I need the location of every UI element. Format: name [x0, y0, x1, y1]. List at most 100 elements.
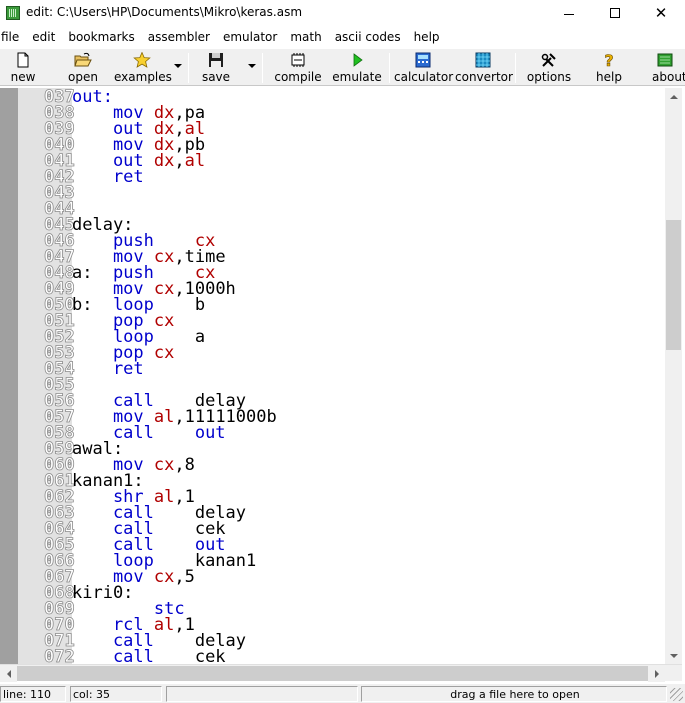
star-icon: [133, 52, 151, 68]
menu-help[interactable]: help: [414, 28, 440, 48]
arrow-left-icon: [6, 669, 11, 678]
app-chip-icon: [6, 6, 20, 20]
keyword-token: out: [194, 423, 226, 443]
toolbar-separator: [389, 53, 390, 83]
question-mark-icon: ?: [604, 52, 614, 68]
code-line[interactable]: call cek: [72, 647, 226, 665]
horizontal-scrollbar[interactable]: [0, 664, 682, 682]
code-line[interactable]: ret: [72, 167, 144, 187]
examples-label: examples: [114, 70, 172, 84]
status-col: col: 35: [70, 686, 162, 702]
about-label: about: [652, 70, 685, 84]
toolbar-separator: [262, 53, 263, 83]
svg-text:?: ?: [604, 52, 613, 68]
status-drop-hint: drag a file here to open: [361, 686, 667, 702]
close-button[interactable]: ✕: [638, 0, 684, 26]
keyword-token: ret: [72, 359, 144, 379]
save-button[interactable]: save: [194, 51, 238, 85]
menu-bookmarks[interactable]: bookmarks: [68, 28, 134, 48]
text-token: b: [194, 295, 206, 315]
scroll-up-button[interactable]: [665, 88, 682, 105]
examples-button[interactable]: examples: [114, 51, 172, 85]
register-token: cx: [153, 455, 175, 475]
code-text-area[interactable]: out: mov dx,pa out dx,al mov dx,pb out d…: [72, 88, 665, 665]
menu-math[interactable]: math: [290, 28, 321, 48]
scroll-left-button[interactable]: [0, 665, 17, 682]
status-empty-panel: [166, 686, 358, 702]
open-label: open: [68, 70, 98, 84]
text-token: a: [194, 327, 206, 347]
code-editor[interactable]: 037 038 039 040 041 042 043 044 045 046 047 048 049 0…: [0, 88, 665, 664]
menu-file[interactable]: file: [1, 28, 19, 48]
register-token: al: [184, 151, 206, 171]
arrow-up-icon: [669, 94, 678, 99]
title-bar: edit: C:\Users\HP\Documents\Mikro\keras.…: [0, 0, 685, 26]
line-number: 072: [44, 647, 76, 664]
menu-emulator[interactable]: emulator: [223, 28, 277, 48]
menu-ascii-codes[interactable]: ascii codes: [335, 28, 401, 48]
compile-button[interactable]: compile: [272, 51, 324, 85]
maximize-button[interactable]: [592, 0, 638, 26]
maximize-icon: [610, 8, 620, 18]
help-label: help: [596, 70, 622, 84]
resize-grip-icon[interactable]: [670, 688, 683, 701]
compile-label: compile: [274, 70, 322, 84]
menu-assembler[interactable]: assembler: [148, 28, 210, 48]
minimize-icon: [564, 13, 574, 15]
open-button[interactable]: open: [60, 51, 106, 85]
examples-dropdown-arrow-icon[interactable]: [174, 64, 182, 68]
toolbar-separator: [515, 53, 516, 83]
convertor-grid-icon: [475, 52, 491, 68]
save-dropdown-arrow-icon[interactable]: [248, 64, 256, 68]
options-label: options: [526, 70, 572, 84]
toolbar: new open examples save compile emulate c…: [0, 49, 685, 86]
options-button[interactable]: options: [525, 51, 573, 85]
about-chip-icon: [657, 53, 673, 67]
calculator-label: calculator: [394, 70, 454, 84]
register-token: cx: [153, 567, 175, 587]
emulate-button[interactable]: emulate: [331, 51, 383, 85]
text-token: kanan1: [194, 551, 257, 571]
help-button[interactable]: ? help: [588, 51, 630, 85]
new-label: new: [10, 70, 36, 84]
convertor-button[interactable]: convertor: [455, 51, 513, 85]
text-token: ,5: [174, 567, 195, 587]
arrow-right-icon: [654, 669, 659, 678]
menu-edit[interactable]: edit: [32, 28, 55, 48]
register-token: cx: [153, 343, 175, 363]
convertor-label: convertor: [455, 70, 513, 84]
text-token: ,: [174, 151, 185, 171]
open-folder-icon: [74, 52, 92, 67]
keyword-token: call: [72, 647, 195, 665]
about-button[interactable]: about: [648, 51, 685, 85]
text-token: cek: [194, 647, 226, 665]
horizontal-scroll-thumb[interactable]: [17, 666, 648, 681]
code-line[interactable]: ret: [72, 359, 144, 379]
status-line: line: 110: [0, 686, 66, 702]
calculator-button[interactable]: calculator: [394, 51, 454, 85]
keyword-token: ret: [72, 167, 144, 187]
vertical-scroll-thumb[interactable]: [666, 220, 681, 350]
play-icon: [353, 53, 363, 67]
gutter-strip: [0, 88, 18, 664]
vertical-scrollbar[interactable]: [665, 88, 682, 664]
menu-bar: file edit bookmarks assembler emulator m…: [0, 28, 685, 48]
calculator-icon: [415, 52, 431, 68]
new-button[interactable]: new: [0, 51, 46, 85]
arrow-down-icon: [669, 653, 678, 658]
scroll-right-button[interactable]: [648, 665, 665, 682]
toolbar-separator: [188, 53, 189, 83]
text-token: ,8: [174, 455, 195, 475]
scroll-down-button[interactable]: [665, 647, 682, 664]
minimize-button[interactable]: [546, 0, 592, 26]
line-number-gutter: 037 038 039 040 041 042 043 044 045 046 047 048 049 0…: [18, 88, 76, 664]
save-label: save: [201, 70, 231, 84]
close-icon: ✕: [654, 4, 668, 22]
new-file-icon: [17, 52, 29, 68]
window-title: edit: C:\Users\HP\Documents\Mikro\keras.…: [26, 5, 303, 19]
tools-icon: [541, 53, 556, 67]
register-token: dx: [153, 151, 175, 171]
compile-chip-icon: [291, 53, 305, 67]
floppy-disk-icon: [209, 53, 223, 67]
emulate-label: emulate: [332, 70, 382, 84]
